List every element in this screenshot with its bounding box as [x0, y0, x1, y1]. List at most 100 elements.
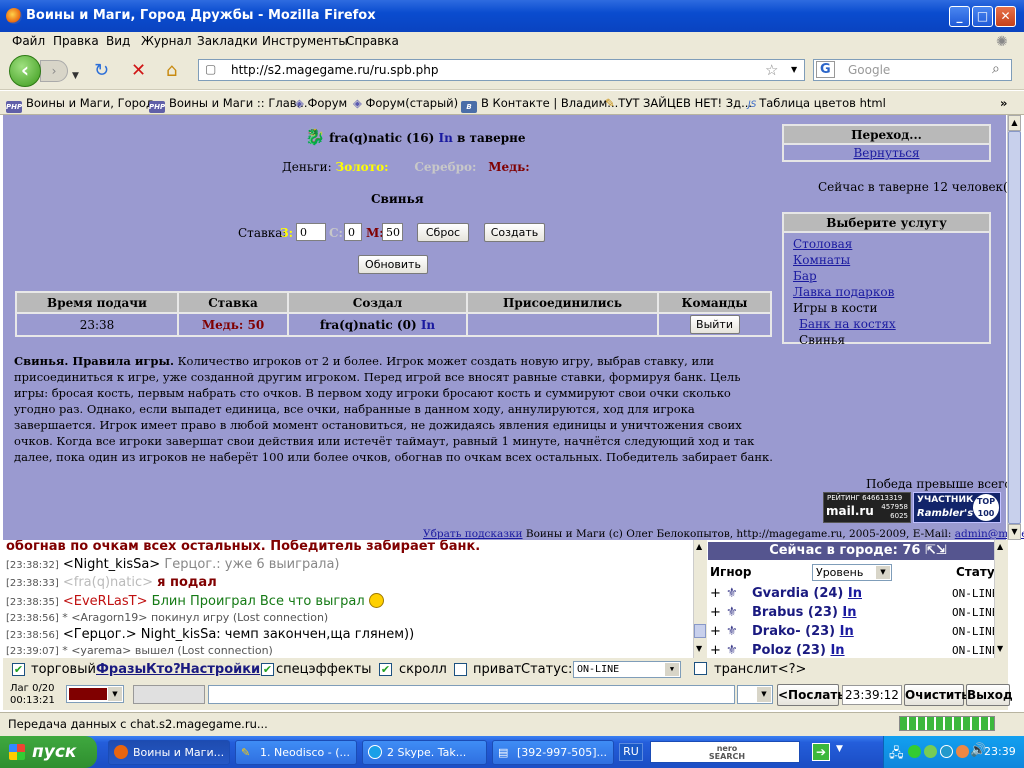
scroll-thumb[interactable] [1008, 131, 1021, 524]
private-checkbox[interactable] [454, 663, 467, 676]
chat-nick[interactable]: <EveRLasT> [63, 594, 148, 609]
scroll-down-icon[interactable]: ▼ [1008, 524, 1021, 540]
expand-icon[interactable]: + [710, 643, 721, 658]
page-scrollbar[interactable]: ▲ ▼ [1007, 115, 1021, 540]
menu-help[interactable]: Справка [346, 34, 399, 48]
user-row[interactable]: + ⚜ Gvardia (24) In ON-LINE [708, 585, 1008, 604]
player-info-link[interactable]: In [438, 131, 452, 145]
send-button[interactable]: <Послать [777, 684, 845, 706]
skype-tray-icon[interactable] [940, 745, 953, 758]
service-rooms[interactable]: Комнаты [793, 252, 989, 268]
language-indicator[interactable]: RU [619, 743, 643, 761]
gold-input[interactable]: 0 [296, 223, 326, 241]
back-link[interactable]: Вернуться [853, 146, 919, 160]
minimize-button[interactable]: _ [949, 6, 970, 27]
service-canteen[interactable]: Столовая [793, 236, 989, 252]
start-button[interactable]: пуск [0, 736, 97, 768]
translit-label[interactable]: транслит<?> [714, 662, 806, 677]
bookmark-item[interactable]: ◈ Форум [295, 96, 347, 110]
who-link[interactable]: Кто? [146, 662, 181, 677]
scroll-up-icon[interactable]: ▲ [696, 542, 702, 551]
reset-button[interactable]: Сброс [417, 223, 469, 242]
icq-icon[interactable] [908, 745, 921, 758]
service-gift-shop[interactable]: Лавка подарков [793, 284, 989, 300]
rambler-counter[interactable]: УЧАСТНИК Rambler's TOP 100 [913, 492, 1001, 523]
user-name[interactable]: Brabus (23) [752, 605, 838, 620]
chat-message-input[interactable] [208, 685, 735, 704]
bookmark-star-icon[interactable]: ☆ [765, 61, 778, 79]
task-skype[interactable]: 2 Skype. Tak... [362, 740, 487, 765]
expand-icon[interactable]: + [710, 586, 721, 601]
menu-history[interactable]: Журнал [141, 34, 192, 48]
reload-icon[interactable]: ↻ [94, 62, 109, 80]
creator-info-link[interactable]: In [421, 318, 435, 332]
menu-view[interactable]: Вид [106, 34, 130, 48]
nero-go-icon[interactable]: ➔ [812, 743, 830, 761]
home-icon[interactable]: ⌂ [166, 62, 177, 80]
exit-button[interactable]: Выход [966, 684, 1013, 706]
translit-checkbox[interactable] [694, 662, 707, 675]
chat-nick[interactable]: <fra(q)natic> [63, 575, 153, 590]
scroll-down-icon[interactable]: ▼ [696, 644, 702, 653]
status-select[interactable]: ON-LINE ▼ [573, 661, 681, 678]
mailru-counter[interactable]: РЕЙТИНГ 646613319 mail.ru 457958 6025 [823, 492, 911, 523]
task-music[interactable]: ✎ 1. Neodisco - (... [235, 740, 357, 765]
chat-nick[interactable]: <Night_kisSa> [63, 557, 160, 572]
bookmark-item[interactable]: JS Таблица цветов html [748, 96, 886, 110]
phrases-link[interactable]: Фразы [96, 662, 146, 677]
menu-bookmarks[interactable]: Закладки [197, 34, 258, 48]
close-button[interactable]: ✕ [995, 6, 1016, 27]
stop-icon[interactable]: ✕ [131, 62, 146, 80]
bookmark-item[interactable]: ✎ ТУТ ЗАЙЦЕВ НЕТ! Зд... [605, 96, 752, 110]
user-info-link[interactable]: In [840, 624, 854, 639]
scroll-down-icon[interactable]: ▼ [997, 644, 1003, 653]
clear-button[interactable]: Очистить [904, 684, 969, 706]
settings-link[interactable]: Настройки [180, 662, 260, 677]
scroll-checkbox[interactable]: ✔ [379, 663, 392, 676]
search-icon[interactable]: ⌕ [992, 61, 1000, 77]
bookmarks-overflow-icon[interactable]: » [1000, 96, 1007, 110]
url-dropdown-icon[interactable]: ▼ [791, 65, 797, 74]
user-info-link[interactable]: In [842, 605, 856, 620]
online-scrollbar[interactable]: ▲ ▼ [994, 540, 1008, 658]
address-bar[interactable]: ▢ http://s2.magegame.ru/ru.spb.php ☆ ▼ [198, 59, 805, 81]
popout-icon[interactable]: ⇱⇲ [925, 543, 947, 558]
user-row[interactable]: + ⚜ Brabus (23) In ON-LINE [708, 604, 1008, 623]
expand-icon[interactable]: + [710, 605, 721, 620]
chat-nick[interactable]: * <yarema> [62, 644, 131, 657]
user-info-link[interactable]: In [830, 643, 844, 658]
nero-search-box[interactable]: nero SEARCH [650, 741, 800, 763]
bookmark-item[interactable]: B В Контакте | Владим... [461, 96, 618, 113]
level-select[interactable]: Уровень ▼ [812, 564, 892, 581]
back-button[interactable]: ‹ [9, 55, 41, 87]
task-firefox[interactable]: Воины и Маги... [108, 740, 230, 765]
menu-edit[interactable]: Правка [53, 34, 99, 48]
forward-button[interactable]: › [40, 60, 68, 82]
user-name[interactable]: Poloz (23) [752, 643, 826, 658]
user-row[interactable]: + ⚜ Drako- (23) In ON-LINE [708, 623, 1008, 642]
user-name[interactable]: Gvardia (24) [752, 586, 843, 601]
chat-nick[interactable]: * <Aragorn19> [62, 611, 147, 624]
expand-icon[interactable]: + [710, 624, 721, 639]
color-select[interactable]: ▼ [66, 685, 124, 703]
app-tray-icon[interactable] [956, 745, 969, 758]
refresh-button[interactable]: Обновить [358, 255, 428, 274]
scroll-up-icon[interactable]: ▲ [1008, 115, 1021, 131]
chat-nick[interactable]: <Герцог.> [63, 627, 137, 642]
private-target-field[interactable] [133, 685, 205, 704]
copper-input[interactable]: 50 [382, 223, 403, 241]
scroll-up-icon[interactable]: ▲ [997, 542, 1003, 551]
network-icon[interactable]: 🖧 [889, 744, 904, 766]
status-icon[interactable] [924, 745, 937, 758]
hide-hints-link[interactable]: Убрать подсказки [423, 528, 523, 540]
nero-dropdown-icon[interactable]: ▼ [836, 744, 843, 754]
bookmark-item[interactable]: PHP Воины и Маги, Город... [6, 96, 165, 113]
service-bar[interactable]: Бар [793, 268, 989, 284]
user-name[interactable]: Drako- (23) [752, 624, 835, 639]
chat-scrollbar[interactable]: ▲ ▼ [693, 540, 707, 658]
menu-tools[interactable]: Инструменты [262, 34, 348, 48]
google-engine-icon[interactable]: G [816, 61, 835, 78]
user-info-link[interactable]: In [848, 586, 862, 601]
maximize-button[interactable]: □ [972, 6, 993, 27]
search-box[interactable]: G Google ⌕ [813, 59, 1012, 81]
